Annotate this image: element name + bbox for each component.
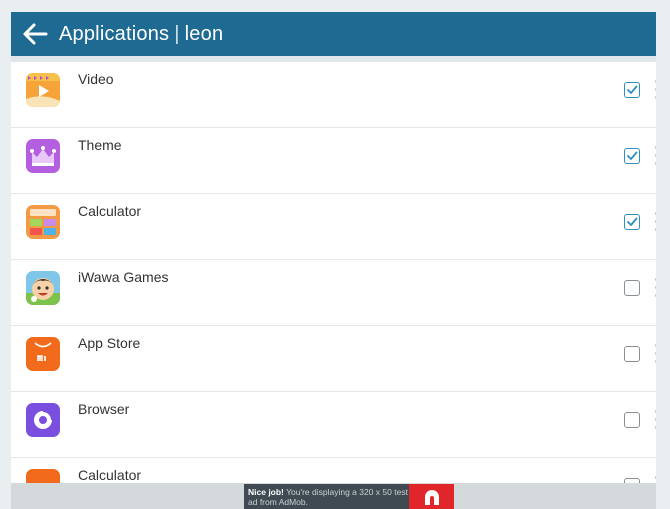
more-options-icon[interactable] — [655, 476, 656, 483]
list-item[interactable]: Calculator — [11, 458, 656, 483]
admob-logo-icon — [409, 484, 454, 509]
title-text: Applications — [59, 22, 170, 45]
more-options-icon[interactable] — [655, 146, 656, 166]
app-store-icon — [26, 337, 60, 371]
list-item[interactable]: Browser — [11, 392, 656, 458]
app-name: Browser — [78, 401, 130, 417]
app-checkbox[interactable] — [624, 412, 640, 428]
app-name: App Store — [78, 335, 141, 351]
app-checkbox[interactable] — [624, 148, 640, 164]
app-checkbox[interactable] — [624, 346, 640, 362]
title-user: leon — [184, 22, 224, 45]
list-item[interactable]: App Store — [11, 326, 656, 392]
more-options-icon[interactable] — [655, 410, 656, 430]
list-item[interactable]: Video — [11, 62, 656, 128]
ad-banner[interactable]: Nice job! You're displaying a 320 x 50 t… — [244, 484, 454, 509]
app-name: Calculator — [78, 467, 142, 483]
app-list: Video Theme Calculator iWawa Games App S… — [11, 62, 656, 483]
back-arrow-icon[interactable] — [21, 20, 49, 48]
browser-app-icon — [26, 403, 60, 437]
more-options-icon[interactable] — [655, 80, 656, 100]
app-header: Applications | leon — [11, 12, 656, 56]
app-name: Theme — [78, 137, 122, 153]
title-separator: | — [174, 22, 180, 45]
app-checkbox[interactable] — [624, 214, 640, 230]
ad-bar: Nice job! You're displaying a 320 x 50 t… — [11, 483, 656, 509]
app-name: Video — [78, 71, 114, 87]
video-app-icon — [26, 73, 60, 107]
ad-headline: Nice job! — [248, 487, 284, 497]
calculator-app-icon — [26, 469, 60, 483]
more-options-icon[interactable] — [655, 278, 656, 298]
theme-app-icon — [26, 139, 60, 173]
list-item[interactable]: Calculator — [11, 194, 656, 260]
app-name: Calculator — [78, 203, 142, 219]
ad-text: Nice job! You're displaying a 320 x 50 t… — [244, 484, 409, 509]
app-checkbox[interactable] — [624, 82, 640, 98]
calculator-app-icon — [26, 205, 60, 239]
app-checkbox[interactable] — [624, 280, 640, 296]
list-item[interactable]: iWawa Games — [11, 260, 656, 326]
list-item[interactable]: Theme — [11, 128, 656, 194]
more-options-icon[interactable] — [655, 212, 656, 232]
iwawa-games-app-icon — [26, 271, 60, 305]
page-title: Applications | leon — [59, 23, 223, 46]
app-name: iWawa Games — [78, 269, 169, 285]
more-options-icon[interactable] — [655, 344, 656, 364]
